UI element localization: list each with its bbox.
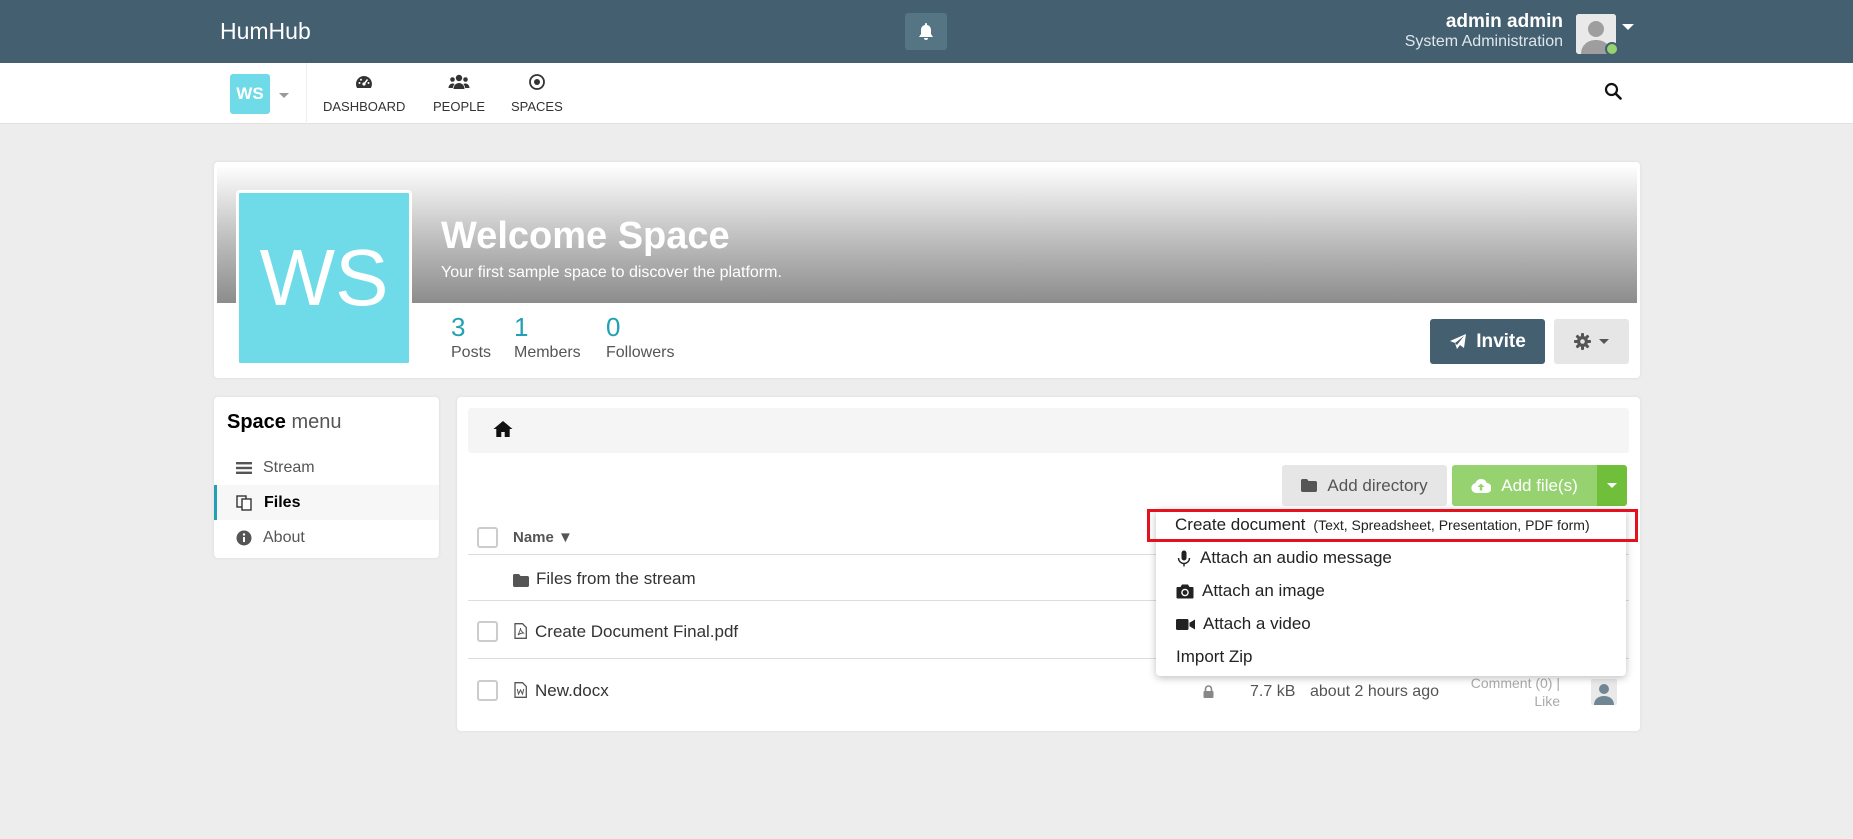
pdf-file-icon (514, 623, 527, 639)
menu-item-import-zip[interactable]: Import Zip (1176, 647, 1253, 667)
menu-item-attach-audio[interactable]: Attach an audio message (1176, 548, 1392, 568)
stat-label: Posts (451, 344, 492, 361)
highlight-annotation (1147, 509, 1638, 542)
stat-followers[interactable]: 0 Followers (606, 314, 674, 362)
stat-label: Followers (606, 344, 675, 361)
add-files-dropdown-toggle[interactable] (1597, 465, 1627, 506)
menu-item-label: Stream (263, 458, 315, 476)
stat-value: 3 (451, 312, 466, 342)
space-menu-title: Space menu (227, 411, 342, 434)
file-name[interactable]: New.docx (535, 681, 609, 701)
user-role: System Administration (1404, 33, 1563, 50)
video-camera-icon (1176, 618, 1195, 630)
file-social-links: Comment (0) | Like (1452, 674, 1560, 710)
online-status-indicator (1605, 42, 1619, 56)
add-directory-label: Add directory (1327, 475, 1428, 495)
breadcrumb-home[interactable] (493, 420, 513, 443)
attach-video-label: Attach a video (1203, 614, 1311, 633)
file-name[interactable]: Create Document Final.pdf (535, 622, 738, 642)
space-menu-item-stream[interactable]: Stream (214, 450, 439, 485)
import-zip-label: Import Zip (1176, 647, 1253, 666)
user-silhouette-icon (1591, 679, 1617, 705)
home-icon (493, 421, 513, 437)
stat-value: 1 (514, 312, 529, 342)
user-menu-caret-icon[interactable] (1622, 24, 1634, 30)
file-owner-avatar[interactable] (1591, 679, 1617, 705)
search-button[interactable] (1604, 82, 1622, 105)
menu-item-label: About (263, 528, 305, 546)
main-navigation: WS DASHBOARD PEOPLE SPACES (0, 63, 1853, 124)
breadcrumb (468, 408, 1629, 453)
lock-icon (1203, 685, 1214, 698)
settings-caret-icon (1599, 339, 1609, 344)
add-files-label: Add file(s) (1501, 475, 1578, 495)
nav-item-spaces[interactable]: SPACES (511, 71, 563, 114)
file-size: 7.7 kB (1250, 683, 1296, 700)
invite-button[interactable]: Invite (1430, 319, 1545, 364)
invite-label: Invite (1476, 330, 1526, 352)
microphone-icon (1177, 550, 1191, 566)
space-chooser[interactable]: WS (230, 74, 270, 114)
menu-title-light: menu (291, 411, 342, 433)
nav-divider (306, 63, 307, 124)
info-icon (236, 530, 252, 545)
notifications-button[interactable] (905, 13, 947, 50)
like-link[interactable]: Like (1452, 692, 1560, 710)
stream-icon (236, 461, 252, 474)
word-file-icon (514, 682, 527, 698)
nav-item-people[interactable]: PEOPLE (433, 71, 485, 114)
bell-icon (919, 22, 933, 40)
menu-item-label: Files (264, 493, 301, 511)
space-logo: WS (236, 190, 412, 366)
select-all-checkbox[interactable] (477, 527, 498, 548)
paper-plane-icon (1450, 333, 1467, 349)
folder-icon (513, 574, 529, 587)
space-description: Your first sample space to discover the … (441, 264, 782, 281)
file-updated-time: about 2 hours ago (1310, 683, 1439, 700)
file-name[interactable]: Files from the stream (536, 569, 696, 589)
user-name[interactable]: admin admin (1446, 11, 1563, 33)
space-menu: Space menu Stream Files About (214, 397, 439, 558)
menu-item-attach-image[interactable]: Attach an image (1176, 581, 1325, 601)
stat-label: Members (514, 344, 581, 361)
nav-item-label: SPACES (511, 99, 563, 114)
files-icon (236, 494, 252, 511)
attach-audio-label: Attach an audio message (1200, 548, 1392, 567)
nav-item-label: PEOPLE (433, 99, 486, 114)
nav-item-label: DASHBOARD (323, 99, 406, 114)
space-title: Welcome Space (441, 215, 730, 257)
gear-icon (1574, 333, 1591, 350)
menu-title-bold: Space (227, 411, 286, 433)
attach-image-label: Attach an image (1202, 581, 1325, 600)
stat-members[interactable]: 1 Members (514, 314, 581, 362)
space-chooser-caret-icon[interactable] (279, 93, 289, 98)
column-header-name[interactable]: Name ▼ (513, 529, 573, 546)
folder-icon (1301, 479, 1318, 492)
people-icon (448, 74, 470, 89)
space-settings-button[interactable] (1554, 319, 1629, 364)
caret-down-icon (1607, 483, 1617, 488)
spaces-icon (528, 74, 545, 90)
menu-item-attach-video[interactable]: Attach a video (1176, 614, 1311, 634)
space-menu-item-files[interactable]: Files (214, 485, 439, 520)
top-bar: HumHub admin admin System Administration (0, 0, 1853, 63)
row-checkbox[interactable] (477, 680, 498, 701)
row-checkbox[interactable] (477, 621, 498, 642)
add-files-button[interactable]: Add file(s) (1452, 465, 1597, 506)
camera-icon (1176, 584, 1194, 598)
brand-logo[interactable]: HumHub (220, 18, 311, 45)
search-icon (1604, 82, 1622, 100)
dashboard-icon (356, 76, 373, 88)
cloud-upload-icon (1471, 478, 1492, 493)
stat-posts[interactable]: 3 Posts (451, 314, 491, 362)
nav-item-dashboard[interactable]: DASHBOARD (323, 71, 405, 114)
space-header: WS Welcome Space Your first sample space… (214, 162, 1640, 378)
stat-value: 0 (606, 312, 621, 342)
space-banner (217, 165, 1637, 303)
comment-link[interactable]: Comment (0) | (1452, 674, 1560, 692)
space-menu-item-about[interactable]: About (214, 520, 439, 555)
add-directory-button[interactable]: Add directory (1282, 465, 1447, 506)
